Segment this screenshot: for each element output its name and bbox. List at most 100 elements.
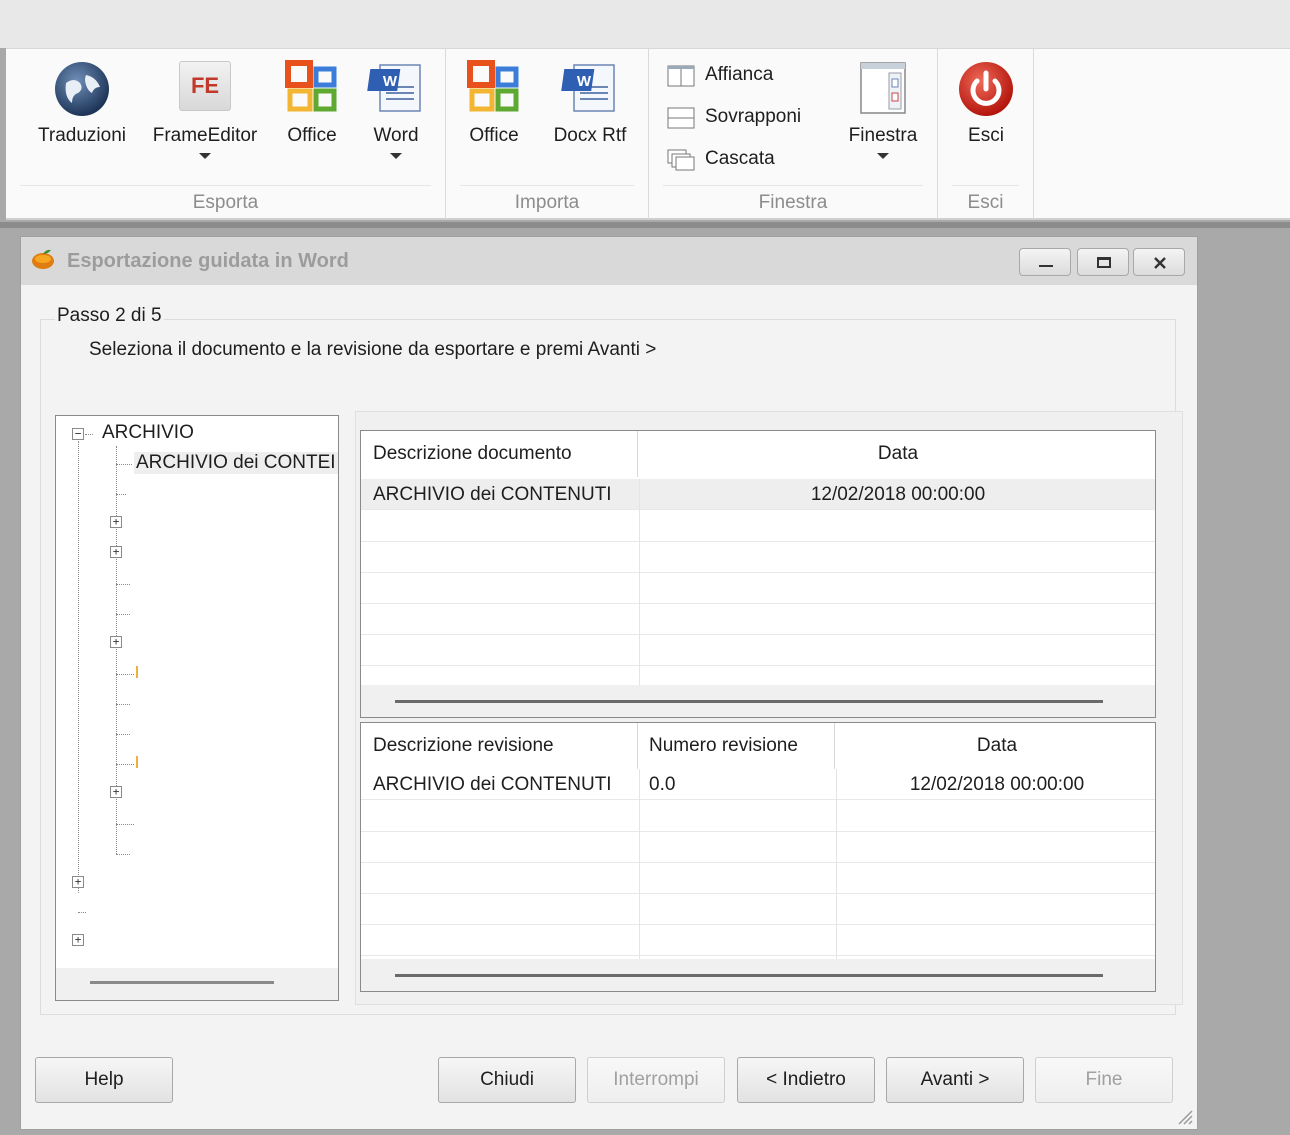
tree-node-child[interactable]: ARCHIVIO dei CONTEI xyxy=(134,452,338,474)
ribbon-group-esci: Esci Esci xyxy=(938,49,1034,219)
sovrapponi-button[interactable]: Sovrapponi xyxy=(667,101,817,135)
esci-label: Esci xyxy=(968,125,1004,146)
tree-item-marker xyxy=(136,666,138,678)
group-label-esporta: Esporta xyxy=(192,192,259,213)
scrollbar-thumb[interactable] xyxy=(395,700,1103,703)
svg-text:W: W xyxy=(577,73,592,90)
tree-line xyxy=(116,704,130,705)
group-separator xyxy=(20,185,431,186)
column-divider xyxy=(834,723,835,769)
tree-line xyxy=(78,912,86,913)
ribbon: Traduzioni FE FrameEditor Office W Word … xyxy=(6,48,1290,220)
esci-button[interactable]: Esci xyxy=(946,49,1026,179)
dropdown-arrow-icon xyxy=(199,153,211,159)
close-icon xyxy=(1154,257,1166,269)
table-row xyxy=(361,832,1155,863)
tile-vertical-icon xyxy=(667,65,695,87)
docx-rtf-button[interactable]: W Docx Rtf xyxy=(542,49,638,179)
table-row xyxy=(361,573,1155,604)
column-header-descrizione-revisione[interactable]: Descrizione revisione xyxy=(373,723,554,769)
office-export-button[interactable]: Office xyxy=(274,49,350,179)
group-separator xyxy=(952,185,1019,186)
scrollbar-thumb[interactable] xyxy=(395,974,1103,977)
indietro-button[interactable]: < Indietro xyxy=(737,1057,875,1103)
expand-icon[interactable]: + xyxy=(110,636,122,648)
window-title: Esportazione guidata in Word xyxy=(67,250,349,272)
revisions-horizontal-scrollbar[interactable] xyxy=(361,959,1155,991)
minimize-button[interactable] xyxy=(1019,248,1071,276)
dropdown-arrow-icon xyxy=(877,153,889,159)
dropdown-arrow-icon xyxy=(390,153,402,159)
svg-text:W: W xyxy=(383,73,398,90)
table-row[interactable]: ARCHIVIO dei CONTENUTI 12/02/2018 00:00:… xyxy=(361,479,1155,510)
archive-tree[interactable]: − ARCHIVIO ARCHIVIO dei CONTEI + + + + + xyxy=(55,415,339,1001)
office-icon xyxy=(285,60,337,112)
affianca-button[interactable]: Affianca xyxy=(667,59,817,93)
expand-icon[interactable]: + xyxy=(72,876,84,888)
cascata-button[interactable]: Cascata xyxy=(667,143,817,177)
frameeditor-button[interactable]: FE FrameEditor xyxy=(146,49,264,179)
ribbon-group-importa: Office W Docx Rtf Importa xyxy=(446,49,649,219)
table-row xyxy=(361,894,1155,925)
word-document-icon: W xyxy=(561,64,615,112)
tree-line xyxy=(116,674,134,675)
word-export-label: Word xyxy=(373,125,419,146)
interrompi-button[interactable]: Interrompi xyxy=(587,1057,725,1103)
close-button[interactable] xyxy=(1133,248,1185,276)
expand-icon[interactable]: + xyxy=(110,516,122,528)
table-row xyxy=(361,863,1155,894)
cascade-icon xyxy=(667,149,695,171)
frameeditor-icon: FE xyxy=(179,61,231,111)
group-separator xyxy=(460,185,634,186)
expand-icon[interactable]: + xyxy=(110,546,122,558)
word-export-button[interactable]: W Word xyxy=(358,49,434,179)
column-header-numero-revisione[interactable]: Numero revisione xyxy=(649,723,798,769)
scrollbar-thumb[interactable] xyxy=(90,981,274,984)
tree-line xyxy=(116,584,130,585)
avanti-button[interactable]: Avanti > xyxy=(886,1057,1024,1103)
word-document-icon: W xyxy=(367,64,421,112)
column-divider xyxy=(639,769,640,961)
help-button[interactable]: Help xyxy=(35,1057,173,1103)
table-row xyxy=(361,542,1155,573)
tree-node-root[interactable]: ARCHIVIO xyxy=(102,422,194,444)
tree-line xyxy=(116,614,130,615)
table-row xyxy=(361,801,1155,832)
affianca-label: Affianca xyxy=(705,64,774,85)
tree-horizontal-scrollbar[interactable] xyxy=(56,968,338,1000)
column-header-data[interactable]: Data xyxy=(837,723,1155,769)
tree-line xyxy=(85,434,93,435)
cell-data: 12/02/2018 00:00:00 xyxy=(909,774,1085,795)
tree-line xyxy=(116,764,134,765)
globe-icon xyxy=(55,62,109,116)
frameeditor-icon-text: FE xyxy=(190,73,220,98)
column-header-descrizione-documento[interactable]: Descrizione documento xyxy=(373,431,572,477)
chiudi-button[interactable]: Chiudi xyxy=(438,1057,576,1103)
finestra-label: Finestra xyxy=(848,125,918,146)
documents-horizontal-scrollbar[interactable] xyxy=(361,685,1155,717)
workspace-edge xyxy=(0,222,1290,228)
window-title-bar[interactable]: Esportazione guidata in Word xyxy=(21,237,1197,285)
tree-line xyxy=(116,824,134,825)
step-indicator: Passo 2 di 5 xyxy=(55,305,164,327)
cell-descrizione: ARCHIVIO dei CONTENUTI xyxy=(373,774,612,795)
traduzioni-button[interactable]: Traduzioni xyxy=(28,49,136,179)
office-export-label: Office xyxy=(287,125,337,146)
column-divider xyxy=(637,723,638,769)
maximize-button[interactable] xyxy=(1077,248,1129,276)
table-row xyxy=(361,925,1155,956)
column-header-data[interactable]: Data xyxy=(639,431,1155,477)
top-title-bar xyxy=(0,0,1290,48)
fine-button[interactable]: Fine xyxy=(1035,1057,1173,1103)
office-import-button[interactable]: Office xyxy=(456,49,532,179)
collapse-icon[interactable]: − xyxy=(72,428,84,440)
documents-grid[interactable]: Descrizione documento Data ARCHIVIO dei … xyxy=(360,430,1156,718)
table-row[interactable]: ARCHIVIO dei CONTENUTI 0.0 12/02/2018 00… xyxy=(361,769,1155,800)
resize-grip-icon[interactable] xyxy=(1175,1107,1193,1125)
docx-rtf-label: Docx Rtf xyxy=(553,125,627,146)
expand-icon[interactable]: + xyxy=(110,786,122,798)
finestra-button[interactable]: Finestra xyxy=(835,49,931,179)
frameeditor-label: FrameEditor xyxy=(152,125,258,146)
revisions-grid[interactable]: Descrizione revisione Numero revisione D… xyxy=(360,722,1156,992)
expand-icon[interactable]: + xyxy=(72,934,84,946)
